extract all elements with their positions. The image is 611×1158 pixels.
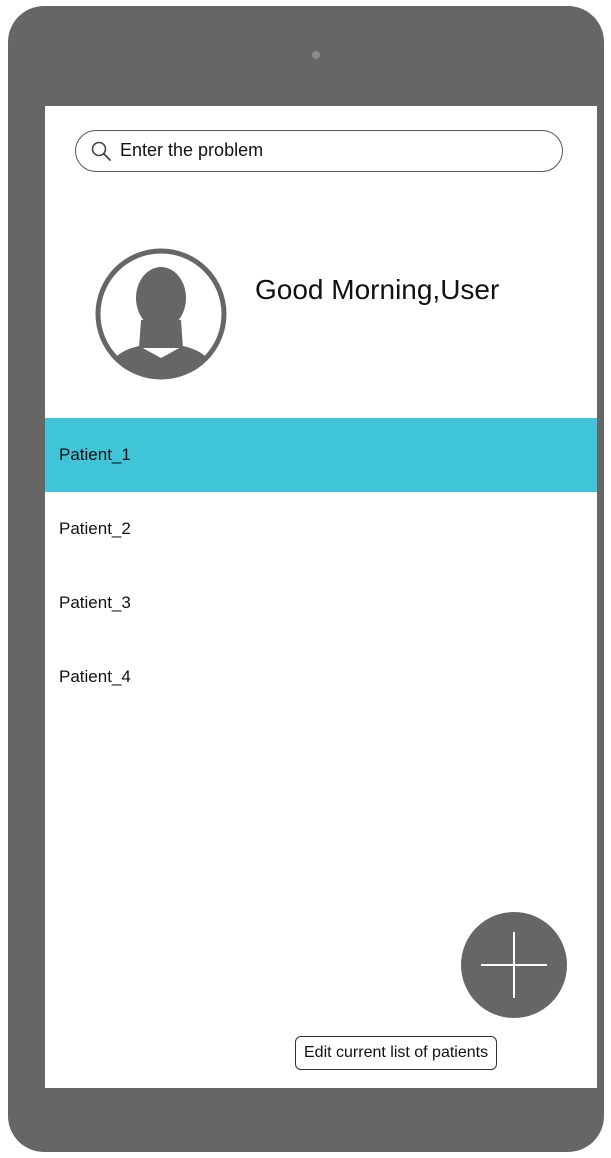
plus-icon [481, 932, 547, 998]
patient-list: Patient_1 Patient_2 Patient_3 Patient_4 [45, 418, 597, 714]
tablet-frame: Good Morning,User Patient_1 Patient_2 Pa… [8, 6, 604, 1152]
add-patient-button[interactable] [461, 912, 567, 1018]
patient-list-item[interactable]: Patient_3 [45, 566, 597, 640]
patient-list-item[interactable]: Patient_2 [45, 492, 597, 566]
camera-icon [312, 51, 320, 59]
search-bar[interactable] [75, 130, 563, 172]
app-screen: Good Morning,User Patient_1 Patient_2 Pa… [45, 106, 597, 1088]
search-input[interactable] [120, 131, 550, 170]
search-icon [90, 140, 112, 162]
edit-patient-list-button[interactable]: Edit current list of patients [295, 1036, 498, 1070]
patient-list-item[interactable]: Patient_4 [45, 640, 597, 714]
user-avatar-icon [93, 246, 229, 382]
greeting-text: Good Morning,User [255, 274, 500, 305]
patient-list-item[interactable]: Patient_1 [45, 418, 597, 492]
